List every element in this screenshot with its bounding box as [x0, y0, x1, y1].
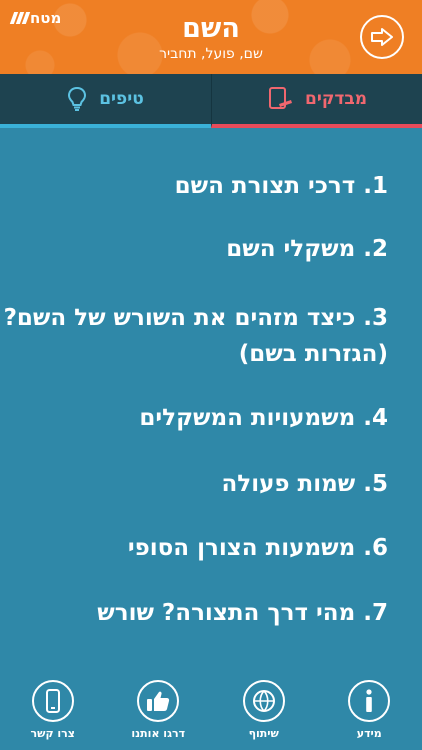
- info-icon: [366, 689, 373, 712]
- arrow-right-icon: [371, 28, 393, 46]
- footer-bar: צרו קשר דרגו אותנו שיתוף מידע: [0, 668, 422, 750]
- contact-button[interactable]: צרו קשר: [8, 668, 98, 740]
- info-label: מידע: [356, 727, 382, 740]
- share-label: שיתוף: [248, 727, 279, 740]
- info-circle: [348, 680, 391, 722]
- info-button[interactable]: מידע: [324, 668, 414, 740]
- globe-share-icon: [252, 690, 275, 712]
- list-item[interactable]: 6. משמעות הצורן הסופי: [0, 530, 388, 566]
- rate-circle: [137, 680, 180, 722]
- tab-quizzes[interactable]: מבדקים: [211, 74, 422, 128]
- page-subtitle: שם, פועל, תחביר: [159, 46, 263, 62]
- quiz-icon: [268, 87, 292, 109]
- page-title: השם: [182, 13, 240, 44]
- tab-bar: טיפים מבדקים: [0, 74, 422, 128]
- header-bar: מטח השם שם, פועל, תחביר: [0, 0, 422, 74]
- forward-button[interactable]: [360, 15, 404, 59]
- tab-quizzes-label: מבדקים: [304, 89, 368, 109]
- list-item[interactable]: 1. דרכי תצורת השם: [0, 168, 388, 204]
- tab-tips[interactable]: טיפים: [0, 74, 211, 128]
- list-item[interactable]: 2. משקלי השם: [0, 231, 388, 267]
- rate-label: דרגו אותנו: [131, 727, 186, 740]
- topic-list: 1. דרכי תצורת השם 2. משקלי השם 3. כיצד מ…: [0, 128, 422, 668]
- list-item[interactable]: 4. משמעויות המשקלים: [0, 400, 388, 436]
- share-circle: [242, 680, 285, 722]
- lightbulb-icon: [68, 86, 87, 111]
- phone-icon: [45, 689, 60, 713]
- contact-circle: [31, 680, 74, 722]
- list-item[interactable]: 7. מהי דרך התצורה? שורש: [0, 595, 388, 631]
- thumbs-up-icon: [147, 691, 170, 711]
- share-button[interactable]: שיתוף: [219, 668, 309, 740]
- tab-tips-label: טיפים: [99, 89, 144, 109]
- list-item[interactable]: 3. כיצד מזהים את השורש של השם? (הגזרות ב…: [0, 300, 388, 372]
- list-item[interactable]: 5. שמות פעולה: [0, 466, 388, 502]
- rate-button[interactable]: דרגו אותנו: [113, 668, 203, 740]
- contact-label: צרו קשר: [30, 727, 75, 740]
